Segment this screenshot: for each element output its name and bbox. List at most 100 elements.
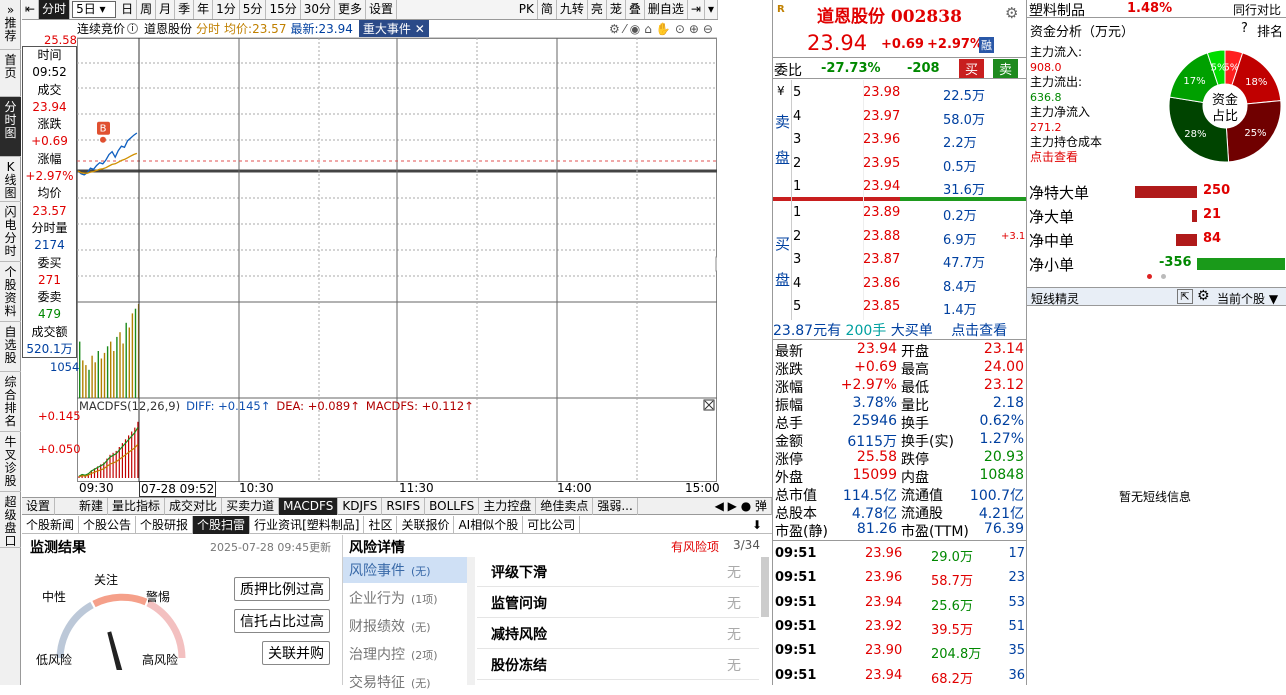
news-tab[interactable]: 行业资讯[塑料制品] [250,515,365,534]
ask-level[interactable]: 2 23.95 0.5万 [773,153,1027,176]
period-select[interactable]: 5日 ▾ [72,1,117,18]
indicator-tab[interactable]: 量比指标 [108,497,166,515]
news-tab[interactable]: 个股研报 [136,515,194,534]
buy-button[interactable]: 买 [959,59,985,78]
risk-category[interactable]: 治理内控 (2项) [343,641,467,667]
dropdown-icon[interactable]: ▾ [705,0,718,19]
toolbar-item[interactable]: 日 [118,0,138,19]
toolbar-right-item[interactable]: 简 [538,0,557,19]
merger-button[interactable]: 关联并购 [262,641,330,665]
news-tab[interactable]: 个股公告 [79,515,137,534]
risk-category[interactable]: 风险事件 (无) [343,557,467,583]
bid-level[interactable]: 2 23.88 6.9万 +3.1 [773,226,1027,249]
indicator-tab[interactable]: MACDFS [279,497,339,515]
indicator-tab[interactable]: 设置 [22,497,56,515]
vnav-item[interactable]: 自 选 股 [0,322,21,372]
toolbar-right-item[interactable]: 茏 [607,0,626,19]
info-icon[interactable]: i [127,23,139,34]
risk-item[interactable]: 减持风险 无 [477,619,759,649]
toolbar-item[interactable]: 月 [156,0,176,19]
popup-toggle[interactable]: ◀ ▶ ● 弹 [711,497,772,515]
risk-category[interactable]: 交易特征 (无) [343,669,467,695]
toolbar-item[interactable]: 15分 [266,0,301,19]
toolbar-item[interactable]: 年 [194,0,214,19]
vnav-item[interactable]: K 线 图 [0,157,21,202]
news-tab[interactable]: 个股新闻 [22,515,80,534]
toolbar-item[interactable]: 5分 [240,0,267,19]
scope-select[interactable]: 当前个股 ▼ [1217,290,1278,307]
toolbar-item[interactable]: 周 [137,0,157,19]
gear-icon[interactable]: ⚙ [1005,4,1018,22]
indicator-tab[interactable]: 强弱... [593,497,638,515]
help-icon[interactable]: ? [1241,21,1248,36]
toolbar-right-item[interactable]: 删自选 [645,0,688,19]
vnav-item[interactable]: 超 级 盘 口 [0,492,21,548]
news-tab[interactable]: 个股扫雷 [193,515,251,534]
bid-level[interactable]: 3 23.87 47.7万 [773,249,1027,272]
bid-level[interactable]: 4 23.86 8.4万 [773,273,1027,296]
news-tab[interactable]: 可比公司 [523,515,581,534]
bid-level[interactable]: 5 23.85 1.4万 [773,296,1027,319]
ask-level[interactable]: 4 23.97 58.0万 [773,106,1027,129]
ask-level[interactable]: 5 23.98 22.5万 [773,82,1027,105]
chart-tools[interactable]: ⚙⁄◉⌂✋⊙⊕⊖ [609,22,717,36]
vnav-item[interactable]: 综 合 排 名 [0,372,21,432]
pledge-button[interactable]: 质押比例过高 [234,577,330,601]
peer-compare-link[interactable]: 同行对比 [1233,1,1281,18]
risk-items-scrollbar[interactable] [761,557,769,617]
page-dot-active[interactable] [1147,274,1152,279]
indicator-tab[interactable]: BOLLFS [425,497,480,515]
download-icon[interactable]: ⬇ [752,518,772,532]
page-dot[interactable] [1161,274,1166,279]
vnav-item[interactable]: » 推 荐 [0,0,21,50]
cost-link[interactable]: 点击查看 [1030,150,1102,165]
sell-button[interactable]: 卖 [993,59,1019,78]
bigbuy-link[interactable]: 点击查看 [951,323,1007,339]
indicator-tab[interactable]: KDJFS [338,497,383,515]
toolbar-right-item[interactable]: 叠 [626,0,645,19]
indicator-tab[interactable]: 新建 [55,497,109,515]
toolbar-item[interactable]: 30分 [301,0,335,19]
vnav-item[interactable]: 个 股 资 料 [0,262,21,322]
ask-level[interactable]: 3 23.96 2.2万 [773,129,1027,152]
rank-link[interactable]: 排名 [1257,21,1283,40]
toolbar-right-item[interactable]: 亮 [588,0,607,19]
indicator-tab[interactable]: 主力控盘 [479,497,537,515]
news-tab[interactable]: 关联报价 [397,515,455,534]
risk-scrollbar[interactable] [467,557,475,685]
trust-button[interactable]: 信托占比过高 [234,609,330,633]
toolbar-right-item[interactable]: 九转 [557,0,588,19]
bid-level[interactable]: 1 23.89 0.2万 [773,202,1027,225]
risk-category[interactable]: 财报绩效 (无) [343,613,467,639]
back-icon[interactable]: ⇤ [22,0,40,19]
vnav-item[interactable]: 闪 电 分 时 [0,202,21,262]
vnav-item[interactable]: 首 页 [0,50,21,97]
vnav-item[interactable]: 分 时 图 [0,97,21,157]
indicator-tab[interactable]: 绝佳卖点 [536,497,594,515]
major-event-tag[interactable]: 重大事件 ✕ [358,20,429,37]
news-tab[interactable]: 社区 [364,515,398,534]
vnav-item[interactable]: 牛 叉 诊 股 [0,432,21,492]
indicator-tab[interactable]: RSIFS [382,497,426,515]
toolbar-item[interactable]: 1分 [213,0,240,19]
ask-level[interactable]: 1 23.94 31.6万 [773,176,1027,199]
intraday-chart[interactable]: B MACDFS(12,26,9) DIFF: +0.145↑ DEA: +0.089… [77,38,717,482]
risk-item[interactable]: 监管问询 无 [477,588,759,618]
risk-item[interactable]: 评级下滑 无 [477,557,759,587]
toolbar-item[interactable]: 更多 [335,0,367,19]
forward-icon[interactable]: ⇥ [688,0,705,19]
tab-fenshi[interactable]: 分时 [39,0,71,19]
risk-category[interactable]: 企业行为 (1项) [343,585,467,611]
toolbar-right-item[interactable]: PK [516,0,538,19]
indicator-tab[interactable]: 买卖力道 [222,497,280,515]
gear-icon[interactable]: ⚙ [1197,288,1210,304]
risk-item[interactable]: 股份冻结 无 [477,650,759,680]
expand-icon[interactable]: ⇱ [1177,289,1193,304]
toolbar-item[interactable]: 设置 [366,0,398,19]
tick-time: 09:51 [775,618,817,634]
toolbar-item[interactable]: 季 [175,0,195,19]
news-tab[interactable]: AI相似个股 [454,515,524,534]
stat-value: +2.97% [840,377,897,393]
sector-name[interactable]: 塑料制品 [1029,0,1085,20]
indicator-tab[interactable]: 成交对比 [165,497,223,515]
